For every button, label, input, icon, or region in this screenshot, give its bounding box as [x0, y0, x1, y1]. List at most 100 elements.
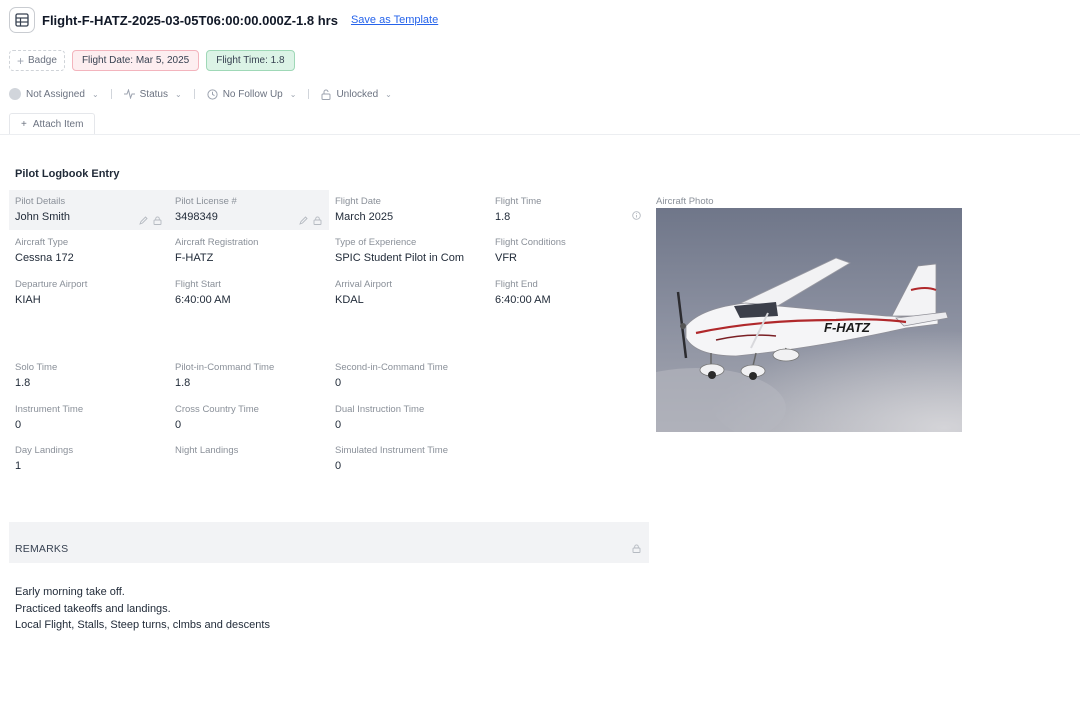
- pen-icon[interactable]: [139, 216, 148, 225]
- field-pilot-details[interactable]: Pilot Details John Smith: [15, 196, 170, 225]
- field-value: VFR: [495, 252, 517, 264]
- field-departure-airport[interactable]: Departure Airport KIAH: [15, 279, 170, 306]
- lock-dropdown[interactable]: Unlocked ⌄: [321, 89, 392, 100]
- field-label: Flight Start: [175, 279, 221, 290]
- field-pic-time[interactable]: Pilot-in-Command Time 1.8: [175, 362, 330, 389]
- add-badge-button[interactable]: + Badge: [9, 50, 65, 71]
- lock-icon[interactable]: [153, 216, 162, 225]
- plus-icon: +: [17, 53, 25, 68]
- divider: [110, 89, 112, 99]
- remarks-line: Early morning take off.: [15, 586, 125, 598]
- remarks-line: Practiced takeoffs and landings.: [15, 602, 171, 615]
- field-label: Second-in-Command Time: [335, 362, 448, 373]
- divider: [0, 134, 1080, 135]
- divider: [308, 89, 310, 99]
- field-value: 1.8: [15, 377, 31, 389]
- aircraft-photo-label: Aircraft Photo: [656, 196, 714, 207]
- aircraft-registration-mark: F-HATZ: [824, 320, 871, 335]
- field-arrival-airport[interactable]: Arrival Airport KDAL: [335, 279, 490, 306]
- field-pilot-license[interactable]: Pilot License # 3498349: [175, 196, 330, 225]
- field-label: Day Landings: [15, 445, 74, 456]
- field-label: Dual Instruction Time: [335, 404, 425, 415]
- field-sic-time[interactable]: Second-in-Command Time 0: [335, 362, 490, 389]
- info-icon[interactable]: [632, 211, 641, 220]
- divider: [193, 89, 195, 99]
- field-icons: [139, 216, 162, 225]
- field-icons: [632, 211, 641, 220]
- assignee-dropdown[interactable]: Not Assigned ⌄: [9, 88, 99, 100]
- field-flight-date[interactable]: Flight Date March 2025: [335, 196, 490, 223]
- field-solo-time[interactable]: Solo Time 1.8: [15, 362, 170, 389]
- field-value: 1: [15, 460, 22, 472]
- chevron-down-icon: ⌄: [385, 89, 392, 99]
- field-value: KDAL: [335, 294, 364, 306]
- field-value: 0: [335, 419, 342, 431]
- field-value: 1.8: [495, 211, 511, 223]
- attach-item-label: Attach Item: [32, 118, 84, 130]
- flight-date-badge[interactable]: Flight Date: Mar 5, 2025: [71, 50, 200, 71]
- table-icon[interactable]: [9, 7, 35, 33]
- pen-icon[interactable]: [299, 216, 308, 225]
- field-label: Pilot Details: [15, 196, 66, 207]
- chevron-down-icon: ⌄: [175, 89, 182, 99]
- field-label: Solo Time: [15, 362, 58, 373]
- field-aircraft-registration[interactable]: Aircraft Registration F-HATZ: [175, 237, 330, 264]
- add-badge-label: Badge: [28, 55, 57, 66]
- field-flight-start[interactable]: Flight Start 6:40:00 AM: [175, 279, 330, 306]
- unlock-icon: [321, 89, 331, 100]
- status-label: Status: [139, 88, 168, 100]
- status-bar: Not Assigned ⌄ Status ⌄ No Follow Up ⌄ U…: [9, 86, 392, 102]
- field-aircraft-type[interactable]: Aircraft Type Cessna 172: [15, 237, 170, 264]
- flight-time-badge[interactable]: Flight Time: 1.8: [206, 50, 295, 71]
- avatar: [9, 88, 21, 100]
- field-value: 6:40:00 AM: [175, 294, 231, 306]
- plus-icon: +: [21, 118, 27, 130]
- assignee-label: Not Assigned: [26, 88, 85, 100]
- save-as-template-link[interactable]: Save as Template: [351, 14, 438, 26]
- field-label: Type of Experience: [335, 237, 417, 248]
- field-label: Pilot-in-Command Time: [175, 362, 275, 373]
- field-value: 0: [335, 377, 342, 389]
- attach-item-button[interactable]: + Attach Item: [9, 113, 96, 134]
- page-title: Flight-F-HATZ-2025-03-05T06:00:00.000Z-1…: [42, 12, 338, 28]
- remarks-title: REMARKS: [15, 543, 69, 555]
- field-day-landings[interactable]: Day Landings 1: [15, 445, 170, 472]
- field-label: Aircraft Type: [15, 237, 69, 248]
- field-type-of-experience[interactable]: Type of Experience SPIC Student Pilot in…: [335, 237, 475, 264]
- field-flight-end[interactable]: Flight End 6:40:00 AM: [495, 279, 650, 306]
- field-label: Cross Country Time: [175, 404, 259, 415]
- field-value: KIAH: [15, 294, 41, 306]
- field-simulated-instrument-time[interactable]: Simulated Instrument Time 0: [335, 445, 490, 472]
- field-label: Flight Conditions: [495, 237, 566, 248]
- field-label: Pilot License #: [175, 196, 237, 207]
- field-dual-instruction-time[interactable]: Dual Instruction Time 0: [335, 404, 490, 431]
- clock-icon: [207, 88, 218, 100]
- field-label: Aircraft Registration: [175, 237, 259, 248]
- field-icons: [299, 216, 322, 225]
- status-dropdown[interactable]: Status ⌄: [123, 88, 182, 100]
- follow-up-dropdown[interactable]: No Follow Up ⌄: [207, 88, 296, 100]
- badge-row: + Badge Flight Date: Mar 5, 2025 Flight …: [9, 50, 295, 71]
- field-value: F-HATZ: [175, 252, 214, 264]
- field-label: Arrival Airport: [335, 279, 393, 290]
- field-value: 0: [335, 460, 342, 472]
- field-label: Departure Airport: [15, 279, 88, 290]
- aircraft-photo[interactable]: F-HATZ: [656, 208, 962, 432]
- field-flight-time[interactable]: Flight Time 1.8: [495, 196, 650, 223]
- field-label: Night Landings: [175, 445, 239, 456]
- field-value: SPIC Student Pilot in Com: [335, 252, 465, 264]
- field-label: Instrument Time: [15, 404, 84, 415]
- field-instrument-time[interactable]: Instrument Time 0: [15, 404, 170, 431]
- field-cross-country-time[interactable]: Cross Country Time 0: [175, 404, 330, 431]
- remarks-text[interactable]: Early morning take off. Practiced takeof…: [15, 584, 270, 634]
- field-value: 0: [175, 419, 182, 431]
- lock-icon[interactable]: [632, 544, 641, 553]
- field-label: Flight End: [495, 279, 538, 290]
- lock-icon[interactable]: [313, 216, 322, 225]
- field-flight-conditions[interactable]: Flight Conditions VFR: [495, 237, 650, 264]
- field-night-landings[interactable]: Night Landings: [175, 445, 330, 460]
- remarks-line: Local Flight, Stalls, Steep turns, clmbs…: [15, 619, 270, 631]
- section-title: Pilot Logbook Entry: [15, 168, 120, 180]
- title-bar: Flight-F-HATZ-2025-03-05T06:00:00.000Z-1…: [9, 7, 438, 33]
- field-value: 1.8: [175, 377, 191, 389]
